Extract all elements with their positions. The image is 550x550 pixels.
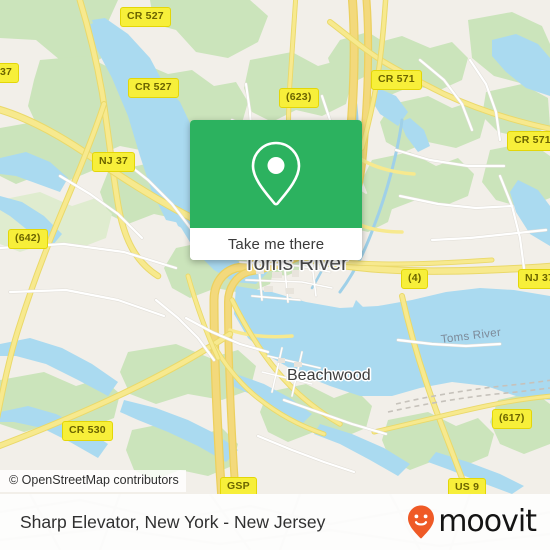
- road-shield-cr-527-north[interactable]: CR 527: [120, 7, 171, 27]
- moovit-smiling-pin-logo: [408, 505, 435, 539]
- road-shield-617[interactable]: (617): [492, 409, 532, 429]
- map-pin-icon: [251, 141, 301, 206]
- moovit-wordmark: moovit: [438, 504, 537, 539]
- footer-place-title: Sharp Elevator, New York - New Jersey: [20, 511, 326, 532]
- road-shield-37-clipped[interactable]: 37: [0, 63, 20, 83]
- road-shield-nj-37-west[interactable]: NJ 37: [92, 152, 136, 172]
- road-shield-cr-527-south[interactable]: CR 527: [128, 78, 179, 98]
- take-me-there-card[interactable]: Take me there: [190, 120, 362, 260]
- road-shield-cr-571-west[interactable]: CR 571: [371, 70, 422, 90]
- road-shield-us-9[interactable]: US 9: [448, 478, 487, 494]
- map-screenshot: .w{fill:#aadaf0} .g{fill:#cbe4bb} .gl{fi…: [0, 0, 550, 550]
- road-shield-nj-37-east[interactable]: NJ 37: [518, 269, 550, 289]
- road-shield-cr-530[interactable]: CR 530: [62, 421, 113, 441]
- place-label-beachwood: Beachwood: [287, 367, 371, 384]
- map-canvas[interactable]: .w{fill:#aadaf0} .g{fill:#cbe4bb} .gl{fi…: [0, 0, 550, 494]
- road-shield-cr-571-east[interactable]: CR 571: [507, 131, 550, 151]
- moovit-brand[interactable]: moovit: [406, 494, 537, 550]
- road-shield-642[interactable]: (642): [8, 229, 48, 249]
- road-shield-4[interactable]: (4): [401, 269, 429, 289]
- map-attribution[interactable]: © OpenStreetMap contributors: [0, 470, 186, 492]
- road-shield-623[interactable]: (623): [279, 88, 319, 108]
- road-shield-gsp[interactable]: GSP: [220, 477, 257, 494]
- take-me-there-label: Take me there: [227, 235, 325, 253]
- card-action-row[interactable]: Take me there: [190, 228, 362, 260]
- card-icon-area: [190, 120, 362, 228]
- footer-bar: Sharp Elevator, New York - New Jersey mo…: [0, 494, 550, 550]
